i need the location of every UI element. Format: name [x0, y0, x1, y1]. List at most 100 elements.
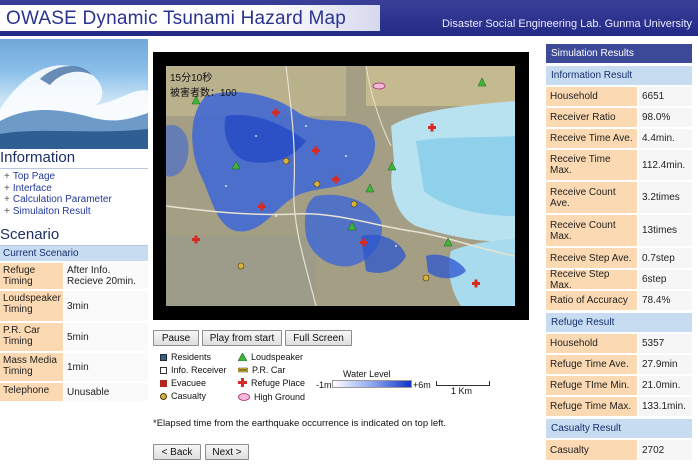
result-row-receive-step-max: Receive Step Max. 6step: [546, 269, 692, 291]
result-value: 133.1min.: [639, 397, 692, 416]
map-viewer[interactable]: 15分10秒 被害者数：100: [153, 52, 529, 320]
result-value: 5357: [639, 334, 692, 353]
result-value: 21.0min.: [639, 376, 692, 395]
result-row-receive-time-ave: Receive Time Ave. 4.4min.: [546, 129, 692, 148]
scenario-key: Refuge Timing: [0, 263, 63, 289]
scenario-row-telephone: Telephone Unusable: [0, 383, 148, 401]
result-row-receive-count-ave: Receive Count Ave. 3.2times: [546, 182, 692, 213]
result-row-receiver-ratio: Receiver Ratio 98.0%: [546, 108, 692, 127]
scenario-value: 3min: [64, 291, 148, 321]
result-value: 98.0%: [639, 108, 692, 127]
result-row-ratio-of-accuracy: Ratio of Accuracy 78.4%: [546, 291, 692, 310]
play-from-start-button[interactable]: Play from start: [202, 330, 282, 346]
result-key: Household: [546, 334, 637, 353]
result-row-refuge-time-max: Refuge Time Max. 133.1min.: [546, 397, 692, 416]
result-row-refuge-time-ave: Refuge Time Ave. 27.9min: [546, 355, 692, 374]
information-result-title: Information Result: [546, 66, 692, 85]
current-scenario-title: Current Scenario: [0, 246, 148, 261]
legend-evacuee: Evacuee: [160, 378, 206, 388]
legend-pr-car: P.R. Car: [237, 365, 285, 375]
title-box: OWASE Dynamic Tsunami Hazard Map: [0, 5, 380, 31]
scenario-row-pr-car-timing: P.R. Car Timing 5min: [0, 323, 148, 351]
link-simulation-result[interactable]: + Simulaiton Result: [4, 206, 112, 218]
result-key: Receive Time Ave.: [546, 129, 637, 148]
result-row-receive-step-ave: Receive Step Ave. 0.7step: [546, 248, 692, 268]
result-value: 6step: [639, 270, 692, 289]
result-key: Refuge Time Max.: [546, 397, 637, 416]
loudspeaker-icon: [237, 352, 248, 362]
scenario-heading: Scenario: [0, 226, 148, 246]
pr-car-icon: [237, 367, 249, 373]
scenario-key: Telephone: [0, 383, 63, 401]
result-key: Ratio of Accuracy: [546, 291, 637, 310]
result-row-household: Household 6651: [546, 87, 692, 106]
water-level-label: Water Level: [343, 369, 391, 379]
result-row-receive-count-max: Receive Count Max. 13times: [546, 215, 692, 246]
back-button[interactable]: < Back: [153, 444, 201, 460]
water-level-gradient: [332, 380, 412, 388]
page-title: OWASE Dynamic Tsunami Hazard Map: [6, 8, 347, 29]
hazard-map[interactable]: 15分10秒 被害者数：100: [166, 66, 515, 306]
casualty-icon: [160, 393, 167, 400]
result-key: Receiver Ratio: [546, 108, 637, 127]
simulation-results-title: Simulation Results: [546, 44, 692, 63]
refuge-place-icon: [238, 378, 247, 387]
lab-name: Disaster Social Engineering Lab. Gunma U…: [441, 18, 692, 30]
legend-loudspeaker: Loudspeaker: [237, 352, 303, 362]
scenario-key: P.R. Car Timing: [0, 323, 63, 351]
high-ground-icon: [238, 393, 250, 401]
result-value: 2702: [639, 440, 692, 460]
residents-icon: [160, 354, 167, 361]
scenario-value: After Info. Recieve 20min.: [64, 263, 148, 289]
scenario-value: 1min: [64, 353, 148, 381]
casualty-result-title: Casualty Result: [546, 419, 692, 438]
legend-refuge-place: Refuge Place: [238, 378, 305, 388]
water-level-max: +6m: [413, 380, 431, 390]
result-key: Receive Count Max.: [546, 215, 637, 246]
link-interface[interactable]: + Interface: [4, 183, 112, 195]
scenario-value: 5min: [64, 323, 148, 351]
wave-banner-image: [0, 39, 148, 149]
legend-residents: Residents: [160, 352, 211, 362]
result-value: 6651: [639, 87, 692, 106]
link-top-page[interactable]: + Top Page: [4, 171, 112, 183]
water-level-min: -1m: [316, 380, 332, 390]
result-key: Receive Step Ave.: [546, 248, 637, 268]
scenario-row-mass-media-timing: Mass Media Timing 1min: [0, 353, 148, 381]
scenario-key: Loudspeaker Timing: [0, 291, 63, 321]
result-key: Household: [546, 87, 637, 106]
scenario-row-refuge-timing: Refuge Timing After Info. Recieve 20min.: [0, 263, 148, 289]
result-value: 27.9min: [639, 355, 692, 374]
scenario-value: Unusable: [64, 383, 148, 401]
refuge-result-title: Refuge Result: [546, 313, 692, 332]
legend-info-receiver: Info. Receiver: [160, 365, 227, 375]
result-value: 13times: [639, 215, 692, 246]
result-row-receive-time-max: Receive Time Max. 112.4min.: [546, 150, 692, 180]
legend-high-ground: High Ground: [238, 392, 305, 402]
scale-label: 1 Km: [451, 386, 473, 396]
result-key: Casualty: [546, 440, 637, 460]
result-row-refuge-household: Household 5357: [546, 334, 692, 353]
scenario-row-loudspeaker-timing: Loudspeaker Timing 3min: [0, 291, 148, 321]
information-links: + Top Page + Interface + Calculation Parame…: [4, 171, 112, 217]
result-value: 78.4%: [639, 291, 692, 310]
scenario-key: Mass Media Timing: [0, 353, 63, 381]
legend-casualty: Casualty: [160, 391, 206, 401]
full-screen-button[interactable]: Full Screen: [285, 330, 352, 346]
result-value: 4.4min.: [639, 129, 692, 148]
result-key: Receive Step Max.: [546, 269, 637, 291]
next-button[interactable]: Next >: [205, 444, 249, 460]
result-key: Receive Time Max.: [546, 150, 637, 180]
result-value: 112.4min.: [639, 150, 692, 180]
victim-count-label: 被害者数：100: [170, 88, 237, 99]
result-key: Receive Count Ave.: [546, 182, 637, 213]
header-bar: OWASE Dynamic Tsunami Hazard Map Disaste…: [0, 0, 698, 36]
link-calculation-parameter[interactable]: + Calculation Parameter: [4, 194, 112, 206]
elapsed-time-label: 15分10秒: [170, 73, 213, 84]
result-value: 0.7step: [639, 248, 692, 268]
result-row-refuge-time-min: Refuge TIme Min. 21.0min.: [546, 376, 692, 395]
pause-button[interactable]: Pause: [153, 330, 199, 346]
result-row-casualty: Casualty 2702: [546, 440, 692, 460]
info-receiver-icon: [160, 367, 167, 374]
evacuee-icon: [160, 380, 167, 387]
